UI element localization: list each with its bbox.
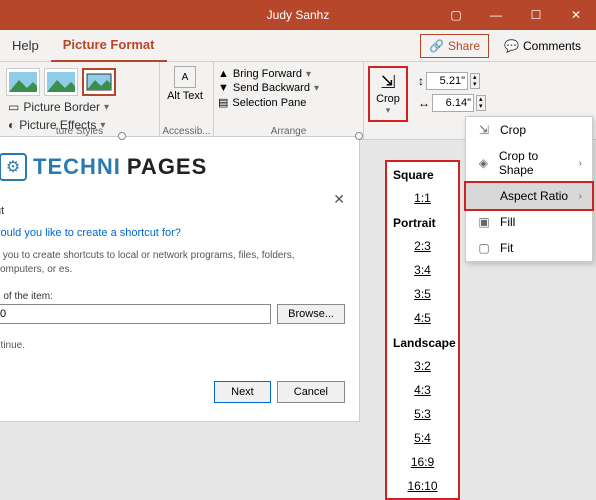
aspect-16-10[interactable]: 16:10 bbox=[387, 474, 458, 498]
next-button[interactable]: Next bbox=[214, 381, 271, 403]
alt-text-button[interactable]: A Alt Text bbox=[164, 66, 206, 102]
height-icon: ↕ bbox=[418, 74, 424, 88]
menu-fit[interactable]: ▢Fit bbox=[466, 235, 592, 261]
aspect-5-4[interactable]: 5:4 bbox=[387, 426, 458, 450]
crop-dropdown-menu: ⇲Crop ◈Crop to Shape› Aspect Ratio› ▣Fil… bbox=[465, 116, 593, 262]
window-minimize-icon[interactable]: — bbox=[476, 0, 516, 30]
width-icon: ↔ bbox=[418, 96, 430, 110]
titlebar: Judy Sanhz ▢ — ☐ ✕ bbox=[0, 0, 596, 30]
aspect-3-4[interactable]: 3:4 bbox=[387, 258, 458, 282]
menubar: Help Picture Format 🔗 Share 💬 Comments bbox=[0, 30, 596, 62]
tab-help[interactable]: Help bbox=[0, 30, 51, 62]
picture-border-button[interactable]: ▭Picture Border▾ bbox=[4, 98, 155, 116]
selection-handle[interactable] bbox=[355, 132, 363, 140]
aspect-3-5[interactable]: 3:5 bbox=[387, 282, 458, 306]
location-input[interactable] bbox=[0, 304, 271, 324]
style-thumb[interactable] bbox=[44, 68, 78, 96]
menu-crop-to-shape[interactable]: ◈Crop to Shape› bbox=[466, 143, 592, 183]
aspect-4-3[interactable]: 4:3 bbox=[387, 378, 458, 402]
bring-forward-button[interactable]: ▲Bring Forward▾ bbox=[218, 68, 359, 80]
aspect-portrait-header: Portrait bbox=[387, 210, 458, 234]
aspect-ratio-panel: Square 1:1 Portrait 2:3 3:4 3:5 4:5 Land… bbox=[385, 160, 460, 500]
selection-pane-button[interactable]: ▤Selection Pane bbox=[218, 96, 359, 109]
browse-button[interactable]: Browse... bbox=[277, 304, 345, 324]
comments-label: Comments bbox=[523, 39, 581, 53]
fill-icon: ▣ bbox=[476, 215, 492, 229]
menu-aspect-ratio[interactable]: Aspect Ratio› bbox=[464, 181, 594, 211]
dialog-prompt: vould you like to create a shortcut for? bbox=[0, 227, 345, 239]
aspect-2-3[interactable]: 2:3 bbox=[387, 234, 458, 258]
aspect-1-1[interactable]: 1:1 bbox=[387, 186, 458, 210]
height-field[interactable]: ↕▴▾ bbox=[418, 72, 486, 90]
gear-icon: ⚙ bbox=[0, 153, 27, 181]
bring-forward-icon: ▲ bbox=[218, 68, 229, 80]
crop-icon: ⇲ bbox=[476, 123, 492, 137]
width-field[interactable]: ↔▴▾ bbox=[418, 94, 486, 112]
aspect-4-5[interactable]: 4:5 bbox=[387, 306, 458, 330]
tab-picture-format[interactable]: Picture Format bbox=[51, 30, 167, 62]
fit-icon: ▢ bbox=[476, 241, 492, 255]
dialog-title: ut bbox=[0, 205, 345, 217]
aspect-16-9[interactable]: 16:9 bbox=[387, 450, 458, 474]
share-label: Share bbox=[448, 39, 480, 53]
technipages-logo: ⚙ TECHNIPAGES bbox=[0, 153, 349, 181]
dialog-help-text: s you to create shortcuts to local or ne… bbox=[0, 249, 345, 277]
slide-canvas[interactable]: ⚙ TECHNIPAGES ✕ ut vould you like to cre… bbox=[0, 136, 360, 422]
window-ribbon-icon[interactable]: ▢ bbox=[436, 0, 476, 30]
comments-button[interactable]: 💬 Comments bbox=[495, 34, 590, 58]
shape-icon: ◈ bbox=[476, 156, 491, 170]
aspect-5-3[interactable]: 5:3 bbox=[387, 402, 458, 426]
crop-icon: ⇲ bbox=[380, 72, 395, 93]
send-backward-button[interactable]: ▼Send Backward▾ bbox=[218, 82, 359, 94]
crop-button[interactable]: ⇲ Crop ▾ bbox=[368, 66, 408, 122]
selection-handle[interactable] bbox=[118, 132, 126, 140]
aspect-landscape-header: Landscape bbox=[387, 330, 458, 354]
style-thumb[interactable] bbox=[6, 68, 40, 96]
alt-text-icon: A bbox=[174, 66, 196, 88]
window-close-icon[interactable]: ✕ bbox=[556, 0, 596, 30]
aspect-3-2[interactable]: 3:2 bbox=[387, 354, 458, 378]
document-title: Judy Sanhz bbox=[267, 8, 330, 22]
window-maximize-icon[interactable]: ☐ bbox=[516, 0, 556, 30]
share-icon: 🔗 bbox=[429, 39, 444, 53]
send-backward-icon: ▼ bbox=[218, 82, 229, 94]
width-input[interactable] bbox=[432, 94, 474, 112]
dialog-close-icon[interactable]: ✕ bbox=[333, 191, 345, 208]
share-button[interactable]: 🔗 Share bbox=[420, 34, 489, 58]
border-icon: ▭ bbox=[8, 100, 19, 114]
height-input[interactable] bbox=[426, 72, 468, 90]
menu-fill[interactable]: ▣Fill bbox=[466, 209, 592, 235]
selection-pane-icon: ▤ bbox=[218, 96, 228, 109]
location-label: n of the item: bbox=[0, 291, 345, 302]
cancel-button[interactable]: Cancel bbox=[277, 381, 345, 403]
continue-text: ntinue. bbox=[0, 340, 345, 351]
menu-crop[interactable]: ⇲Crop bbox=[466, 117, 592, 143]
aspect-square-header: Square bbox=[387, 162, 458, 186]
comments-icon: 💬 bbox=[504, 39, 519, 53]
style-thumb[interactable] bbox=[82, 68, 116, 96]
create-shortcut-dialog: ✕ ut vould you like to create a shortcut… bbox=[0, 191, 349, 411]
picture-styles-gallery[interactable] bbox=[4, 66, 155, 98]
